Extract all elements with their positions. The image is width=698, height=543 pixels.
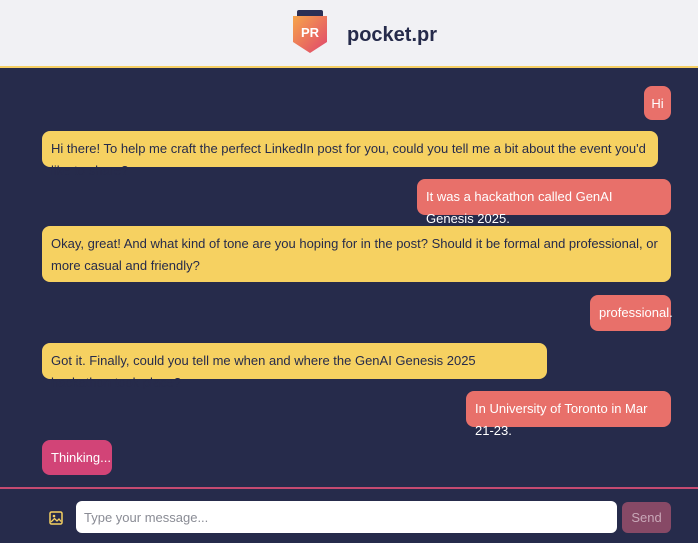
app-title: pocket.pr xyxy=(347,24,438,46)
user-message: professional. xyxy=(590,295,673,331)
bot-message: Got it. Finally, could you tell me when … xyxy=(42,343,547,390)
logo-text: PR xyxy=(301,25,320,40)
pocket-logo-icon: PR xyxy=(293,10,327,53)
app-header: PR pocket.pr xyxy=(0,0,698,68)
message-composer: Send xyxy=(0,487,698,543)
message-input[interactable] xyxy=(76,501,617,533)
user-message: It was a hackathon called GenAI Genesis … xyxy=(417,179,671,226)
bot-message: Hi there! To help me craft the perfect L… xyxy=(42,131,658,178)
bot-message: Okay, great! And what kind of tone are y… xyxy=(42,226,671,282)
user-message: In University of Toronto in Mar 21-23. xyxy=(466,391,671,438)
thinking-indicator: Thinking... xyxy=(42,440,112,475)
chat-messages: Hi Hi there! To help me craft the perfec… xyxy=(0,68,698,487)
attach-image-button[interactable] xyxy=(47,509,65,527)
image-icon xyxy=(49,511,63,525)
send-button[interactable]: Send xyxy=(622,502,671,533)
user-message: Hi xyxy=(644,86,671,120)
